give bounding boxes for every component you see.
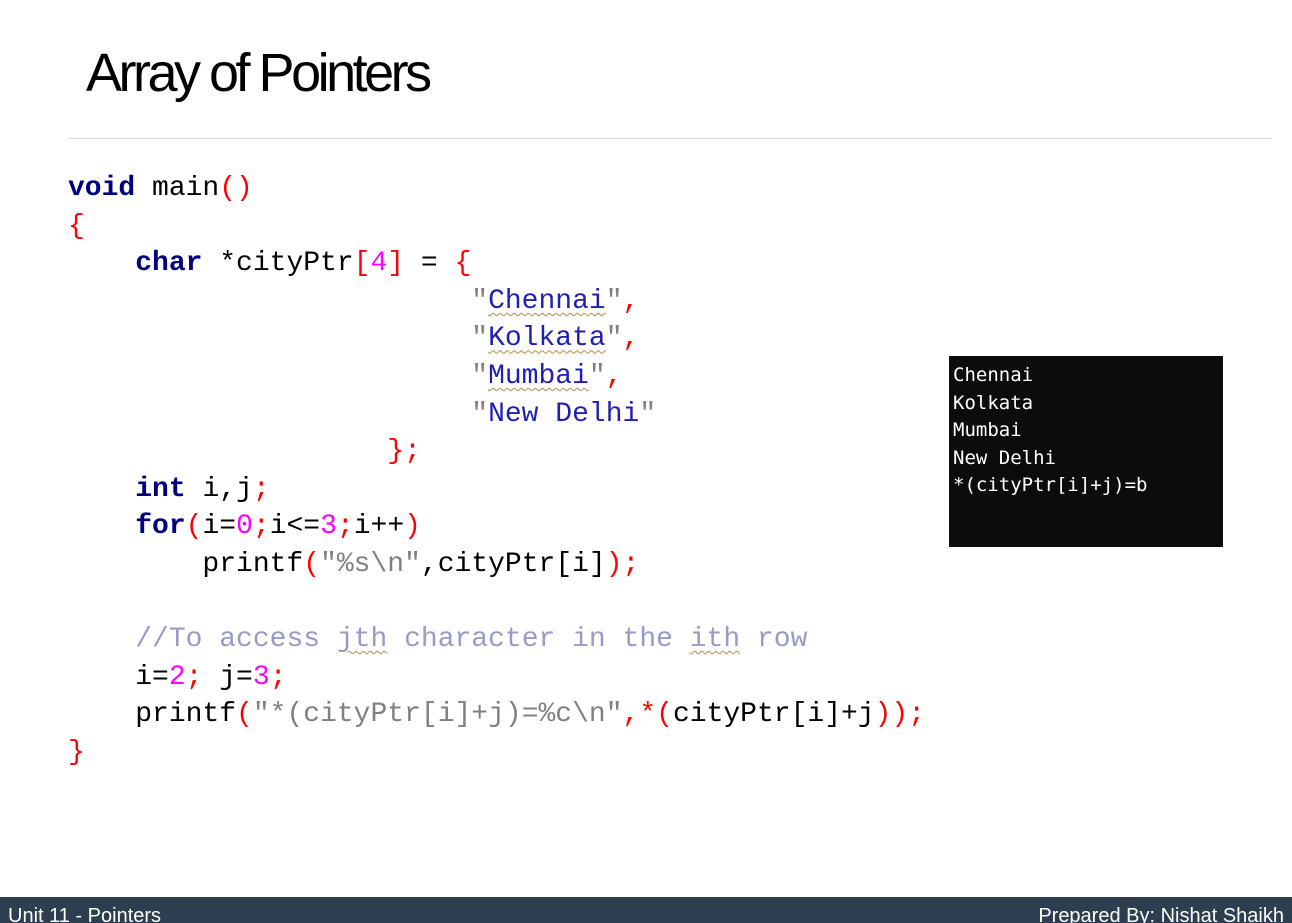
- for-cond: i<=: [269, 511, 321, 543]
- code-line-16: }: [68, 734, 925, 772]
- initializer-brace-open: {: [454, 248, 472, 280]
- comment-ith: ith: [689, 624, 741, 656]
- paren-open: (: [219, 173, 237, 204]
- assign-j: j=: [202, 661, 253, 693]
- brace-open: {: [68, 210, 85, 242]
- brace-close: }: [68, 736, 85, 768]
- format-string: "%s\n": [320, 548, 421, 580]
- comma: ,: [605, 360, 623, 392]
- paren-close: ): [891, 699, 909, 731]
- code-line-5: "Kolkata",: [68, 320, 925, 358]
- semicolon: ;: [336, 511, 354, 543]
- code-line-9: int i,j;: [68, 471, 925, 509]
- assign-op: =: [404, 248, 455, 280]
- string-text: Chennai: [488, 285, 606, 317]
- code-line-8: };: [68, 433, 925, 471]
- code-line-11: printf("%s\n",cityPtr[i]);: [68, 546, 925, 584]
- function-printf: printf: [135, 699, 237, 731]
- array-size: 4: [370, 248, 388, 280]
- keyword-int: int: [135, 473, 186, 505]
- keyword-for: for: [135, 511, 186, 543]
- semicolon: ;: [622, 548, 640, 580]
- city-ptr-decl: *cityPtr: [202, 248, 354, 280]
- console-line: New Delhi: [953, 446, 1056, 469]
- console-line: Mumbai: [953, 419, 1022, 441]
- keyword-void: void: [68, 173, 136, 204]
- code-line-14: i=2; j=3;: [68, 659, 925, 697]
- deref-star: *: [639, 699, 657, 731]
- code-line-6: "Mumbai",: [68, 358, 925, 396]
- slide-title: Array of Pointers: [86, 43, 432, 103]
- code-line-15: printf("*(cityPtr[i]+j)=%c\n",*(cityPtr[…: [68, 696, 925, 734]
- paren-close: ): [605, 548, 623, 580]
- semicolon: ;: [908, 699, 926, 731]
- comment-jth: jth: [336, 624, 388, 656]
- number-two: 2: [168, 661, 186, 693]
- code-line-1: void main(): [68, 170, 925, 208]
- string-text: Mumbai: [488, 360, 589, 392]
- code-line-3: char *cityPtr[4] = {: [68, 245, 925, 283]
- footer-bar: Unit 11 - Pointers Prepared By: Nishat S…: [0, 897, 1292, 923]
- string-text: Kolkata: [488, 323, 606, 355]
- ij-decl: i,j: [185, 473, 253, 505]
- footer-author-label: Prepared By: Nishat Shaikh: [1038, 905, 1284, 923]
- semicolon: ;: [404, 436, 421, 468]
- paren-open: (: [236, 699, 253, 731]
- paren-close: ): [874, 699, 892, 731]
- paren-close: ): [236, 173, 253, 204]
- for-init: i=: [202, 511, 237, 543]
- code-line-10: for(i=0;i<=3;i++): [68, 508, 925, 546]
- code-line-4: "Chennai",: [68, 283, 925, 321]
- number-zero: 0: [236, 511, 253, 543]
- function-printf: printf: [202, 548, 304, 580]
- printf-arg: cityPtr[i]+j: [672, 699, 875, 731]
- keyword-char: char: [135, 248, 203, 280]
- code-comment: //To access jth character in the ith row: [135, 624, 808, 656]
- string-text: New Delhi: [488, 398, 640, 430]
- semicolon: ;: [252, 511, 270, 543]
- number-three: 3: [320, 511, 337, 543]
- bracket-close: ]: [387, 248, 405, 280]
- comma: ,: [622, 285, 640, 317]
- footer-unit-label: Unit 11 - Pointers: [8, 905, 162, 923]
- number-three: 3: [252, 661, 270, 693]
- paren-open: (: [656, 699, 673, 731]
- console-line: *(cityPtr[i]+j)=b: [953, 474, 1148, 496]
- semicolon: ;: [185, 661, 203, 693]
- paren-open: (: [185, 511, 203, 543]
- printf-arg: ,cityPtr[i]: [420, 548, 606, 580]
- console-line: Kolkata: [953, 391, 1034, 414]
- bracket-open: [: [353, 248, 371, 280]
- code-line-7: "New Delhi": [68, 396, 925, 434]
- format-string: "*(cityPtr[i]+j)=%c\n": [252, 699, 623, 731]
- string-new-delhi: "New Delhi": [471, 398, 657, 430]
- string-mumbai: "Mumbai": [471, 360, 606, 392]
- function-name-main: main: [135, 173, 220, 204]
- code-line-2: {: [68, 208, 925, 246]
- for-incr: i++: [353, 511, 405, 543]
- semicolon: ;: [269, 661, 287, 693]
- paren-close: ): [404, 511, 421, 543]
- console-output: Chennai Kolkata Mumbai New Delhi *(cityP…: [949, 356, 1223, 547]
- initializer-brace-close: }: [387, 436, 405, 468]
- semicolon: ;: [252, 473, 270, 505]
- string-chennai: "Chennai": [471, 285, 623, 317]
- code-block: void main() { char *cityPtr[4] = { "Chen…: [68, 170, 925, 772]
- string-kolkata: "Kolkata": [471, 323, 623, 355]
- console-line: Chennai: [953, 364, 1034, 386]
- comma: ,: [622, 323, 640, 355]
- paren-open: (: [303, 548, 321, 580]
- title-divider: [68, 138, 1272, 139]
- assign-i: i=: [135, 661, 169, 693]
- comma: ,: [622, 699, 640, 731]
